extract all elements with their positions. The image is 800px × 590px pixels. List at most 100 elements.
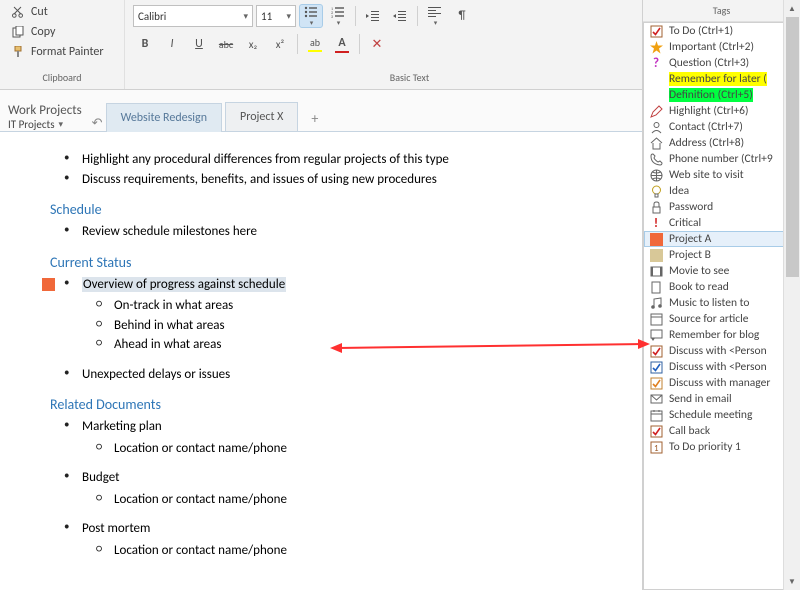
list-item[interactable]: Ahead in what areas	[82, 335, 604, 355]
cut-button[interactable]: Cut	[6, 2, 118, 22]
checkbox-red-icon	[649, 424, 663, 438]
list-item[interactable]: Marketing plan Location or contact name/…	[50, 417, 604, 458]
tag-item-contact-ctrl-7[interactable]: Contact (Ctrl+7)	[644, 119, 799, 135]
tag-item-critical[interactable]: !Critical	[644, 215, 799, 231]
underline-button[interactable]: U	[187, 32, 211, 56]
chevron-down-icon: ▾	[59, 119, 64, 130]
tag-item-send-in-email[interactable]: Send in email	[644, 391, 799, 407]
paragraph-mark-button[interactable]: ¶	[450, 4, 474, 28]
checkbox-num-icon: 1	[649, 440, 663, 454]
italic-button[interactable]: I	[160, 32, 184, 56]
tag-item-movie-to-see[interactable]: Movie to see	[644, 263, 799, 279]
list-item-tagged[interactable]: Overview of progress against schedule On…	[50, 275, 604, 355]
tag-item-important-ctrl-2[interactable]: Important (Ctrl+2)	[644, 39, 799, 55]
list-item[interactable]: Unexpected delays or issues	[50, 365, 604, 385]
list-item[interactable]: Highlight any procedural differences fro…	[50, 150, 604, 170]
none-icon	[649, 88, 663, 102]
scissors-icon	[11, 5, 27, 19]
strike-button[interactable]: abc	[214, 32, 238, 56]
page-nav[interactable]: ↶	[92, 116, 103, 131]
tag-item-project-a[interactable]: Project A	[644, 231, 799, 247]
tag-item-call-back[interactable]: Call back	[644, 423, 799, 439]
indent-button[interactable]	[388, 4, 412, 28]
list-item[interactable]: On-track in what areas	[82, 296, 604, 316]
tag-item-remember-for-blog[interactable]: Remember for blog	[644, 327, 799, 343]
chevron-down-icon: ▾	[243, 11, 248, 22]
tag-item-to-do-ctrl-1[interactable]: To Do (Ctrl+1)	[644, 23, 799, 39]
list-item[interactable]: Location or contact name/phone	[82, 439, 604, 459]
tag-item-book-to-read[interactable]: Book to read	[644, 279, 799, 295]
tag-item-highlight-ctrl-6[interactable]: Highlight (Ctrl+6)	[644, 103, 799, 119]
tag-item-project-b[interactable]: Project B	[644, 247, 799, 263]
tag-item-phone-number-ctrl-9[interactable]: Phone number (Ctrl+9	[644, 151, 799, 167]
list-item[interactable]: Post mortem Location or contact name/pho…	[50, 519, 604, 560]
page-content[interactable]: Highlight any procedural differences fro…	[0, 132, 624, 590]
tags-title: Tags	[643, 0, 800, 22]
tag-item-remember-for-later[interactable]: Remember for later (	[644, 71, 799, 87]
superscript-button[interactable]: x²	[268, 32, 292, 56]
tags-list[interactable]: To Do (Ctrl+1)Important (Ctrl+2)?Questio…	[643, 22, 800, 590]
font-name-select[interactable]: Calibri▾	[133, 5, 253, 27]
calendar-icon	[649, 408, 663, 422]
scrollbar[interactable]: ▲ ▼	[783, 0, 800, 590]
bold-button[interactable]: B	[133, 32, 157, 56]
tag-item-schedule-meeting[interactable]: Schedule meeting	[644, 407, 799, 423]
tag-item-question-ctrl-3[interactable]: ?Question (Ctrl+3)	[644, 55, 799, 71]
star-icon	[649, 40, 663, 54]
clear-format-button[interactable]: ✕	[365, 32, 389, 56]
highlight-button[interactable]: ab	[303, 32, 327, 56]
blog-icon	[649, 328, 663, 342]
section-heading-related[interactable]: Related Documents	[50, 396, 604, 413]
tab-website-redesign[interactable]: Website Redesign	[106, 103, 222, 132]
scroll-thumb[interactable]	[786, 17, 799, 277]
tag-item-music-to-listen-to[interactable]: Music to listen to	[644, 295, 799, 311]
phone-icon	[649, 152, 663, 166]
list-item[interactable]: Budget Location or contact name/phone	[50, 468, 604, 509]
checkbox-orange-icon	[649, 376, 663, 390]
scroll-down-button[interactable]: ▼	[784, 573, 800, 590]
chevron-down-icon: ▾	[286, 11, 291, 22]
copy-button[interactable]: Copy	[6, 22, 118, 42]
outdent-button[interactable]	[361, 4, 385, 28]
tag-item-web-site-to-visit[interactable]: Web site to visit	[644, 167, 799, 183]
project-a-tag-icon	[42, 278, 55, 291]
checkbox-blue-icon	[649, 360, 663, 374]
tag-item-discuss-with-person[interactable]: Discuss with <Person	[644, 343, 799, 359]
list-item[interactable]: Behind in what areas	[82, 316, 604, 336]
scroll-up-button[interactable]: ▲	[784, 0, 800, 17]
tag-item-source-for-article[interactable]: Source for article	[644, 311, 799, 327]
bullets-button[interactable]: ▾	[299, 4, 323, 28]
home-icon	[649, 136, 663, 150]
numbering-button[interactable]: 123▾	[326, 4, 350, 28]
notebook-selector[interactable]: Work Projects IT Projects▾	[8, 103, 82, 131]
list-item[interactable]: Review schedule milestones here	[50, 222, 604, 242]
tag-item-definition-ctrl-5[interactable]: Definition (Ctrl+5)	[644, 87, 799, 103]
list-item[interactable]: Location or contact name/phone	[82, 490, 604, 510]
add-tab-button[interactable]: +	[301, 106, 328, 131]
tags-panel: Tags To Do (Ctrl+1)Important (Ctrl+2)?Qu…	[642, 0, 800, 590]
clipboard-group: Cut Copy Format Painter Clipboard	[0, 0, 125, 89]
tag-item-password[interactable]: Password	[644, 199, 799, 215]
section-heading-status[interactable]: Current Status	[50, 254, 604, 271]
pen-icon	[649, 104, 663, 118]
prev-page-icon[interactable]: ↶	[92, 116, 103, 131]
section-heading-schedule[interactable]: Schedule	[50, 201, 604, 218]
tag-item-discuss-with-manager[interactable]: Discuss with manager	[644, 375, 799, 391]
align-button[interactable]: ▾	[423, 4, 447, 28]
font-size-select[interactable]: 11▾	[256, 5, 296, 27]
square-tan-icon	[649, 248, 663, 262]
format-painter-button[interactable]: Format Painter	[6, 42, 118, 62]
clipboard-label: Clipboard	[6, 69, 118, 87]
copy-icon	[11, 25, 27, 39]
book-icon	[649, 280, 663, 294]
paintbrush-icon	[11, 45, 27, 59]
tag-item-idea[interactable]: Idea	[644, 183, 799, 199]
tag-item-discuss-with-person[interactable]: Discuss with <Person	[644, 359, 799, 375]
subscript-button[interactable]: x₂	[241, 32, 265, 56]
tag-item-address-ctrl-8[interactable]: Address (Ctrl+8)	[644, 135, 799, 151]
font-color-button[interactable]: A	[330, 32, 354, 56]
list-item[interactable]: Discuss requirements, benefits, and issu…	[50, 170, 604, 190]
tab-project-x[interactable]: Project X	[225, 102, 298, 131]
list-item[interactable]: Location or contact name/phone	[82, 541, 604, 561]
tag-item-to-do-priority-1[interactable]: 1To Do priority 1	[644, 439, 799, 455]
